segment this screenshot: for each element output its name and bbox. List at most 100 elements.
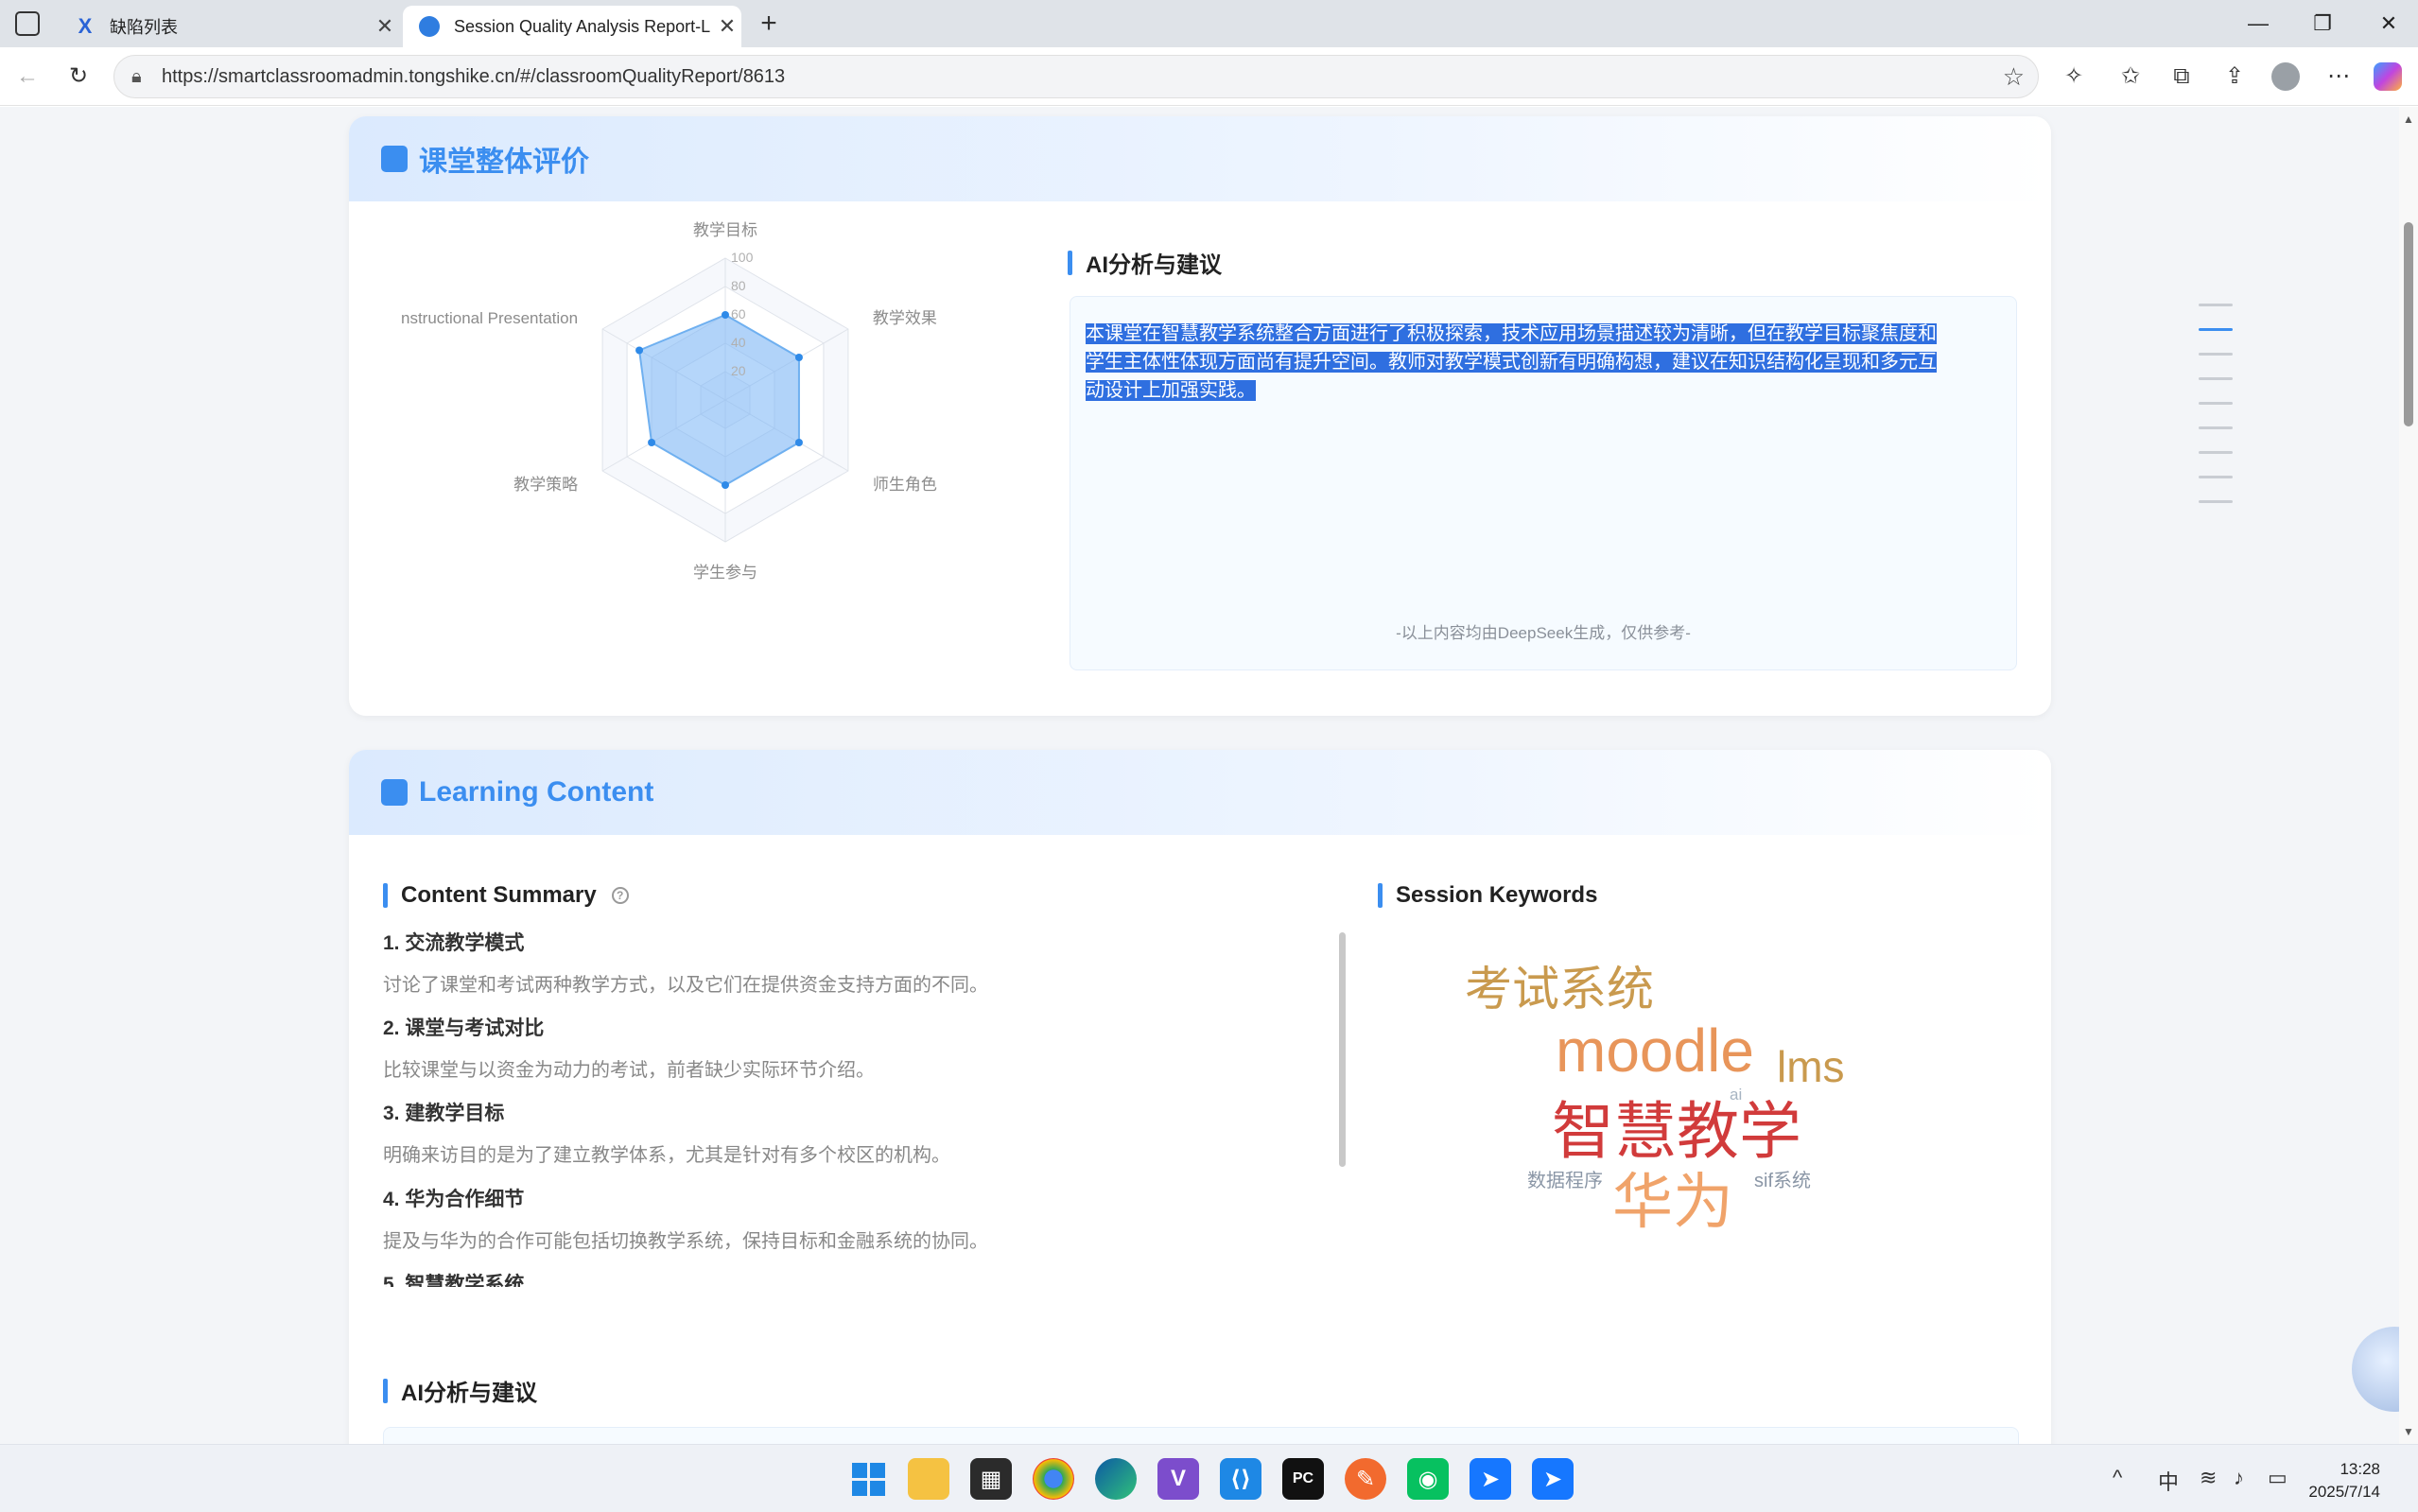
summary-item: 5. 智慧教学系统 bbox=[383, 1269, 524, 1287]
section-nav-item[interactable] bbox=[2199, 426, 2233, 429]
radar-tick-label: 60 bbox=[731, 306, 746, 322]
title-bar bbox=[383, 883, 388, 908]
minimize-icon[interactable]: — bbox=[2239, 8, 2277, 40]
radar-point bbox=[648, 439, 656, 446]
summary-item: 4. 华为合作细节 提及与华为的合作可能包括切换教学系统，保持目标和金融系统的协… bbox=[383, 1184, 988, 1253]
keywords-title-text: Session Keywords bbox=[1396, 882, 1598, 908]
floating-disc-button[interactable] bbox=[2352, 1327, 2399, 1412]
section-nav-item[interactable] bbox=[2199, 353, 2233, 356]
favorites-icon[interactable]: ✩ bbox=[2114, 61, 2147, 93]
ai-analysis-box-2 bbox=[383, 1427, 2019, 1444]
visual-studio-icon[interactable]: V bbox=[1157, 1458, 1199, 1500]
clock[interactable]: 13:28 2025/7/14 bbox=[2308, 1458, 2380, 1503]
scroll-up-icon[interactable]: ▲ bbox=[2403, 113, 2414, 126]
app-orange-icon[interactable]: ✎ bbox=[1345, 1458, 1386, 1500]
radar-axis-label: 教学目标 bbox=[693, 221, 757, 239]
summary-heading: 5. 智慧教学系统 bbox=[383, 1274, 525, 1287]
evaluation-icon bbox=[381, 146, 408, 172]
close-tab-icon[interactable]: ✕ bbox=[713, 14, 741, 39]
section-nav-item[interactable] bbox=[2199, 377, 2233, 380]
radar-tick-label: 100 bbox=[731, 250, 754, 265]
keyword: moodle bbox=[1556, 1017, 1754, 1085]
vscode-icon[interactable]: ⟨⟩ bbox=[1220, 1458, 1261, 1500]
summary-list: 1. 交流教学模式 讨论了课堂和考试两种教学方式，以及它们在提供资金支持方面的不… bbox=[383, 928, 1366, 1287]
title-bar bbox=[1068, 250, 1072, 275]
radar-tick-label: 80 bbox=[731, 278, 746, 293]
ai-disclaimer: -以上内容均由DeepSeek生成，仅供参考- bbox=[1396, 624, 1691, 642]
title-bar bbox=[383, 1378, 388, 1403]
ime-indicator[interactable]: 中 bbox=[2158, 1466, 2179, 1496]
restore-icon[interactable]: ❐ bbox=[2304, 8, 2341, 40]
keyword: 智慧教学 bbox=[1552, 1096, 1801, 1166]
address-bar[interactable]: 🔒︎ https://smartclassroomadmin.tongshike… bbox=[113, 55, 2039, 98]
summary-heading: 1. 交流教学模式 bbox=[383, 932, 525, 954]
close-window-icon[interactable]: ✕ bbox=[2370, 8, 2408, 40]
section-nav-item[interactable] bbox=[2199, 476, 2233, 478]
page-scrollbar[interactable]: ▲ ▼ bbox=[2399, 107, 2418, 1444]
clock-date: 2025/7/14 bbox=[2308, 1483, 2380, 1501]
section-nav-item[interactable] bbox=[2199, 402, 2233, 405]
windows-taskbar: ▦ V ⟨⟩ PC ✎ ◉ ➤ ➤ ^ 中 ≋ ♪ ▭ 13:28 2025/7… bbox=[0, 1444, 2418, 1512]
tab-title: 缺陷列表 bbox=[110, 18, 178, 37]
lock-icon: 🔒︎ bbox=[131, 65, 142, 87]
volume-icon[interactable]: ♪ bbox=[2234, 1466, 2244, 1490]
radar-axis-label: 学生参与 bbox=[693, 564, 757, 582]
edge-browser-icon[interactable] bbox=[1095, 1458, 1137, 1500]
wechat-icon[interactable]: ◉ bbox=[1407, 1458, 1449, 1500]
windows-start-icon[interactable] bbox=[847, 1458, 889, 1500]
tab-bar: X 缺陷列表 ✕ Session Quality Analysis Report… bbox=[0, 0, 2418, 47]
app-dark-icon[interactable]: ▦ bbox=[970, 1458, 1012, 1500]
overall-evaluation-card: 课堂整体评价 100 80 60 40 20 教学目标 教学效果 师生角色 学生参与 教学策略 ns… bbox=[349, 116, 2051, 716]
edge-app-icon bbox=[418, 15, 441, 38]
radar-axis-label: 教学策略 bbox=[513, 476, 578, 494]
summary-item: 3. 建教学目标 明确来访目的是为了建立教学体系，尤其是针对有多个校区的机构。 bbox=[383, 1098, 950, 1167]
tab-title: Session Quality Analysis Report-L bbox=[454, 16, 711, 36]
keyword: 考试系统 bbox=[1465, 963, 1654, 1016]
profile-avatar[interactable] bbox=[2270, 61, 2302, 93]
share-icon[interactable]: ⇪ bbox=[2218, 61, 2251, 93]
favorite-star-icon[interactable]: ☆ bbox=[2003, 62, 2025, 92]
refresh-icon[interactable]: ↻ bbox=[62, 61, 95, 93]
section-nav-item[interactable] bbox=[2199, 451, 2233, 454]
pycharm-icon[interactable]: PC bbox=[1282, 1458, 1324, 1500]
screenshot-icon[interactable]: ⧉ bbox=[2166, 61, 2198, 93]
keyword: lms bbox=[1777, 1042, 1845, 1091]
url-text: https://smartclassroomadmin.tongshike.cn… bbox=[162, 65, 786, 87]
document-icon bbox=[381, 779, 408, 806]
wifi-icon[interactable]: ≋ bbox=[2200, 1466, 2217, 1490]
summary-heading: 4. 华为合作细节 bbox=[383, 1189, 525, 1210]
ai-analysis-text: 本课堂在智慧教学系统整合方面进行了积极探索，技术应用场景描述较为清晰，但在教学目… bbox=[1086, 320, 1993, 405]
tab-actions-icon[interactable] bbox=[15, 11, 40, 36]
card-header: Learning Content bbox=[349, 750, 2051, 835]
help-icon[interactable]: ? bbox=[611, 887, 629, 904]
scrollbar-thumb[interactable] bbox=[2404, 222, 2413, 426]
tab-quality-report[interactable]: Session Quality Analysis Report-L ✕ bbox=[403, 6, 741, 47]
chrome-icon[interactable] bbox=[1033, 1458, 1074, 1500]
summary-heading: 2. 课堂与考试对比 bbox=[383, 1017, 545, 1039]
feishu-icon[interactable]: ➤ bbox=[1470, 1458, 1511, 1500]
new-tab-button[interactable]: + bbox=[753, 8, 785, 40]
summary-detail: 明确来访目的是为了建立教学体系，尤其是针对有多个校区的机构。 bbox=[383, 1145, 950, 1166]
copilot-icon[interactable] bbox=[2372, 61, 2404, 93]
scroll-down-icon[interactable]: ▼ bbox=[2403, 1425, 2414, 1438]
section-nav-item[interactable] bbox=[2199, 328, 2233, 331]
keyword: 华为 bbox=[1612, 1168, 1733, 1236]
close-tab-icon[interactable]: ✕ bbox=[371, 14, 399, 39]
back-icon[interactable]: ← bbox=[11, 61, 43, 93]
summary-heading: 3. 建教学目标 bbox=[383, 1103, 505, 1124]
tab-defect-list[interactable]: X 缺陷列表 ✕ bbox=[59, 6, 399, 47]
radar-point bbox=[794, 354, 803, 361]
section-nav-item[interactable] bbox=[2199, 304, 2233, 306]
radar-axis-label: 师生角色 bbox=[873, 476, 937, 494]
more-menu-icon[interactable]: ⋯ bbox=[2322, 61, 2355, 93]
summary-scrollbar[interactable] bbox=[1339, 932, 1346, 1167]
section-nav-item[interactable] bbox=[2199, 500, 2233, 503]
summary-detail: 讨论了课堂和考试两种教学方式，以及它们在提供资金支持方面的不同。 bbox=[383, 975, 988, 996]
app-blue-icon[interactable]: ➤ bbox=[1532, 1458, 1574, 1500]
clock-time: 13:28 bbox=[2340, 1460, 2380, 1478]
tray-chevron-icon[interactable]: ^ bbox=[2113, 1466, 2122, 1490]
battery-icon[interactable]: ▭ bbox=[2268, 1466, 2288, 1490]
file-explorer-icon[interactable] bbox=[908, 1458, 949, 1500]
extensions-icon[interactable]: ✧ bbox=[2058, 61, 2090, 93]
summary-detail: 提及与华为的合作可能包括切换教学系统，保持目标和金融系统的协同。 bbox=[383, 1231, 988, 1252]
